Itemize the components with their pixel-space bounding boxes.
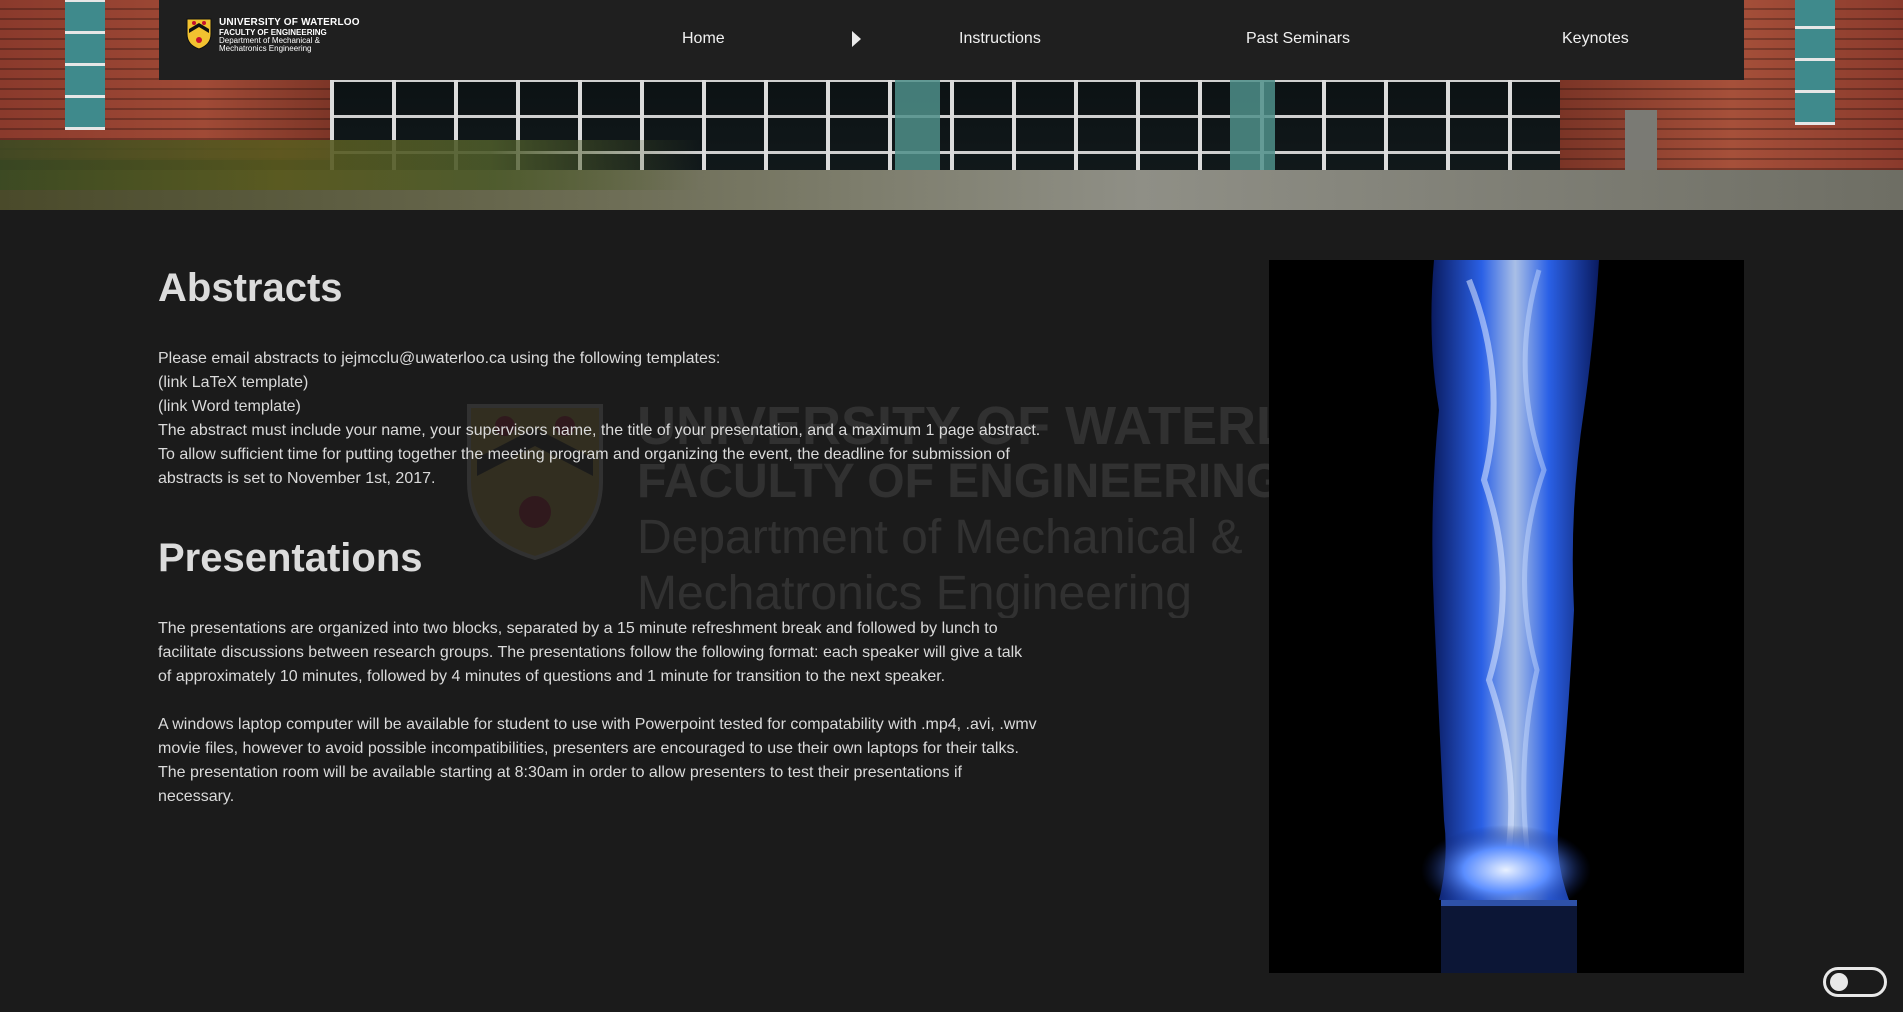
- hero-window-left: [65, 0, 105, 130]
- top-navbar: UNIVERSITY OF WATERLOO FACULTY OF ENGINE…: [159, 0, 1744, 80]
- paragraph-line: necessary.: [158, 788, 235, 805]
- nav-link-past-seminars[interactable]: Past Seminars: [1246, 30, 1350, 48]
- toggle-knob: [1830, 973, 1848, 991]
- hero-shrubs: [0, 140, 700, 190]
- presentations-equipment-paragraph: A windows laptop computer will be availa…: [158, 713, 1118, 809]
- flame-jet-image: [1269, 260, 1744, 973]
- word-template-link[interactable]: (link Word template): [158, 395, 1118, 419]
- paragraph-line: movie files, however to avoid possible i…: [158, 740, 1019, 757]
- latex-template-link[interactable]: (link LaTeX template): [158, 371, 1118, 395]
- abstracts-section: Abstracts Please email abstracts to jejm…: [158, 265, 1118, 491]
- presentations-format-paragraph: The presentations are organized into two…: [158, 617, 1118, 689]
- abstracts-heading: Abstracts: [158, 266, 343, 310]
- university-logo[interactable]: UNIVERSITY OF WATERLOO FACULTY OF ENGINE…: [186, 17, 360, 62]
- theme-toggle[interactable]: [1823, 967, 1887, 997]
- logo-line-department-2: Mechatronics Engineering: [219, 44, 312, 54]
- abstracts-email-line: Please email abstracts to jejmcclu@uwate…: [158, 350, 721, 367]
- main-content: Abstracts Please email abstracts to jejm…: [158, 265, 1118, 809]
- abstracts-deadline-line: abstracts is set to November 1st, 2017.: [158, 470, 436, 487]
- nav-link-keynotes[interactable]: Keynotes: [1562, 30, 1629, 48]
- shield-icon: [186, 18, 212, 50]
- paragraph-line: A windows laptop computer will be availa…: [158, 716, 1037, 733]
- caret-right-icon[interactable]: [852, 31, 861, 47]
- presentations-section: Presentations The presentations are orga…: [158, 535, 1118, 809]
- hero-window-right: [1795, 0, 1835, 125]
- paragraph-line: The presentation room will be available …: [158, 764, 962, 781]
- nav-link-instructions[interactable]: Instructions: [959, 30, 1041, 48]
- flame-jet-graphic: [1269, 260, 1744, 973]
- presentations-heading: Presentations: [158, 536, 423, 580]
- paragraph-line: of approximately 10 minutes, followed by…: [158, 668, 946, 685]
- paragraph-line: facilitate discussions between research …: [158, 644, 1023, 661]
- paragraph-line: The presentations are organized into two…: [158, 620, 998, 637]
- nav-link-home[interactable]: Home: [682, 30, 725, 48]
- abstracts-deadline-line: To allow sufficient time for putting tog…: [158, 446, 1010, 463]
- logo-line-university: UNIVERSITY OF WATERLOO: [219, 17, 360, 28]
- abstracts-requirements-line: The abstract must include your name, you…: [158, 422, 1041, 439]
- abstracts-body: Please email abstracts to jejmcclu@uwate…: [158, 347, 1118, 491]
